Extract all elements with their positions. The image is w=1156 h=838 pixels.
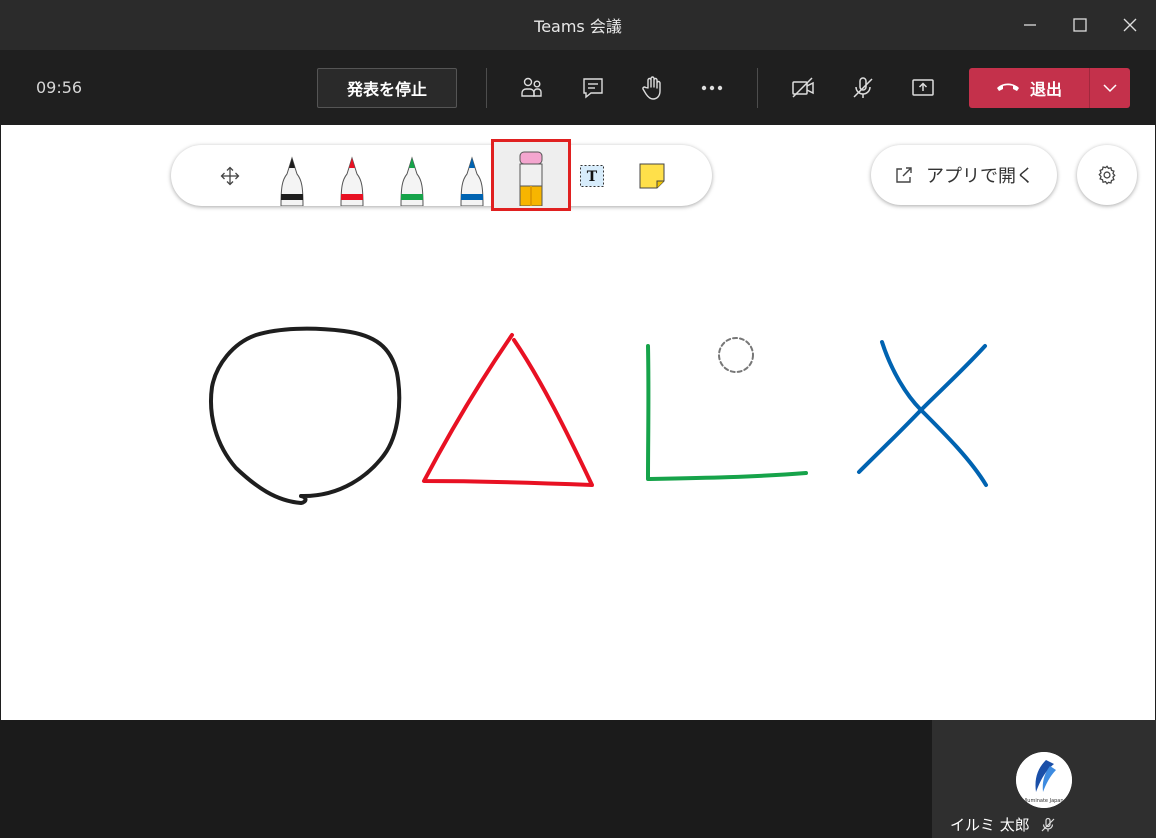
mic-off-icon [853,77,873,98]
eraser-cursor [718,337,754,373]
pen-black-tool[interactable] [271,145,313,206]
open-in-app-label: アプリで開く [926,166,1034,187]
window-title: Teams 会議 [534,17,622,36]
leave-button[interactable]: 退出 [969,68,1089,108]
more-icon [701,85,723,91]
chat-button[interactable] [578,73,608,103]
whiteboard-canvas[interactable]: T アプリで開く [1,125,1155,720]
share-icon [912,79,934,96]
eraser-icon [519,151,543,206]
black-circle-stroke [209,326,402,505]
pen-black-icon [280,156,304,206]
minimize-button[interactable] [1010,8,1050,42]
blue-x-stroke-2 [857,344,987,474]
leave-control: 退出 [969,68,1130,108]
whiteboard-settings-button[interactable] [1077,145,1137,205]
hang-up-icon [996,83,1019,91]
sticky-note-tool[interactable] [635,145,669,206]
close-button[interactable] [1110,8,1150,42]
maximize-button[interactable] [1060,8,1100,42]
meeting-toolbar: 09:56 発表を停止 退出 [0,50,1156,125]
camera-toggle-button[interactable] [788,73,818,103]
pen-blue-icon [460,156,484,206]
chat-icon [583,78,603,99]
stop-presenting-button[interactable]: 発表を停止 [317,68,457,108]
pen-red-tool[interactable] [331,145,373,206]
divider [757,68,758,108]
move-icon [220,166,240,185]
meeting-timer: 09:56 [36,78,83,97]
pen-red-icon [340,156,364,206]
whiteboard-drawing [209,326,988,505]
gear-icon [1098,165,1116,185]
leave-options-button[interactable] [1090,68,1130,108]
ink-toolbar: T [171,139,712,211]
open-external-icon [896,167,912,183]
participant-name-row: イルミ 太郎 [950,814,1056,835]
chevron-down-icon [1103,84,1117,93]
participants-strip: Iluminate Japan イルミ 太郎 [0,720,1156,838]
camera-off-icon [792,77,814,98]
svg-text:T: T [587,169,598,185]
mic-toggle-button[interactable] [848,73,878,103]
maximize-icon [1073,18,1087,32]
divider [486,68,487,108]
svg-text:Iluminate Japan: Iluminate Japan [1024,798,1063,804]
title-bar: Teams 会議 [0,0,1156,50]
text-box-icon: T [580,164,604,187]
pen-blue-tool[interactable] [451,145,493,206]
avatar: Iluminate Japan [1016,752,1072,808]
raise-hand-button[interactable] [637,73,667,103]
leave-label: 退出 [1029,80,1062,99]
move-tool[interactable] [211,145,249,206]
close-icon [1123,18,1137,32]
company-logo-icon: Iluminate Japan [1016,752,1072,808]
participant-name: イルミ 太郎 [950,816,1030,834]
text-tool[interactable]: T [575,145,609,206]
sticky-note-icon [639,163,665,188]
participants-button[interactable] [517,73,547,103]
more-options-button[interactable] [697,73,727,103]
people-icon [521,77,542,97]
green-l-stroke [646,344,808,481]
pen-green-icon [400,156,424,206]
share-button[interactable] [908,73,938,103]
minimize-icon [1024,24,1036,26]
raise-hand-icon [642,76,661,100]
participant-tile[interactable]: Iluminate Japan イルミ 太郎 [932,720,1156,838]
eraser-tool[interactable] [511,145,551,206]
open-in-app-button[interactable]: アプリで開く [871,145,1057,205]
red-triangle-stroke [422,333,594,487]
mic-off-icon [1041,817,1055,831]
pen-green-tool[interactable] [391,145,433,206]
